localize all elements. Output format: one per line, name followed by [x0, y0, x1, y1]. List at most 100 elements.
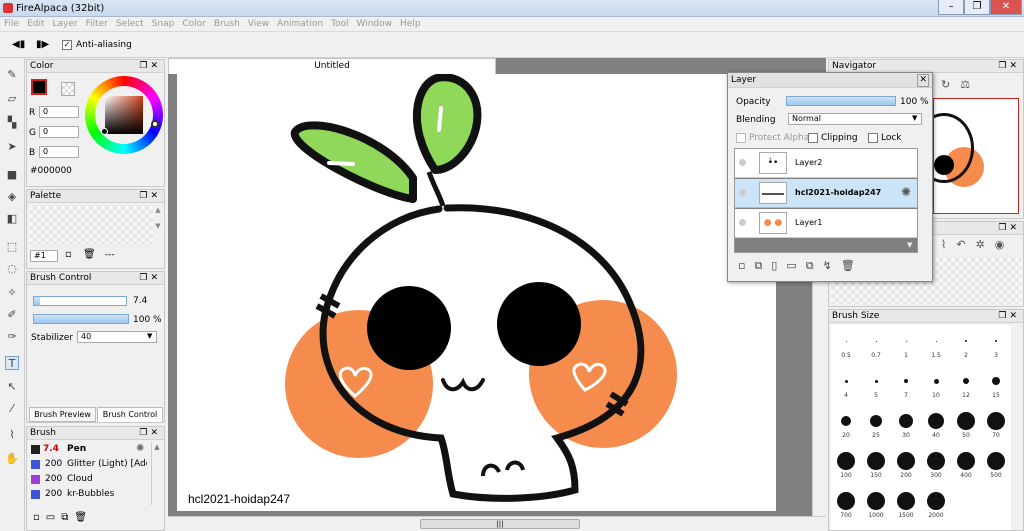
- brush-size-option[interactable]: 1000: [861, 489, 891, 519]
- hand-tool-icon[interactable]: ✋: [5, 452, 19, 466]
- b-input[interactable]: 0: [39, 146, 79, 158]
- brush-size-option[interactable]: 1500: [891, 489, 921, 519]
- rotate-icons[interactable]: ↻⚖: [941, 78, 980, 91]
- gear-icon[interactable]: ✺: [136, 443, 144, 454]
- menu-edit[interactable]: Edit: [23, 17, 48, 32]
- brush-actions-icon[interactable]: ▫▭⧉🗑: [33, 512, 93, 523]
- brush-size-option[interactable]: 150: [861, 449, 891, 479]
- brush-size-option[interactable]: 25: [861, 409, 891, 439]
- brush-size-option[interactable]: 10: [921, 369, 951, 399]
- menu-animation[interactable]: Animation: [273, 17, 327, 32]
- menu-help[interactable]: Help: [396, 17, 425, 32]
- prev-icon[interactable]: ◀▮: [12, 39, 25, 50]
- dot-tool-icon[interactable]: ▚: [5, 116, 19, 130]
- menu-brush[interactable]: Brush: [210, 17, 244, 32]
- document-tab[interactable]: Untitled: [168, 58, 496, 74]
- chevron-down-icon[interactable]: ▼: [147, 332, 152, 340]
- brush-size-option[interactable]: 4: [831, 369, 861, 399]
- menu-file[interactable]: File: [0, 17, 23, 32]
- brush-size-option[interactable]: 2: [951, 329, 981, 359]
- gradient-tool-icon[interactable]: ◧: [5, 212, 19, 226]
- sv-handle[interactable]: [101, 128, 108, 135]
- drawing-canvas[interactable]: hcl2021-hoidap247: [177, 73, 776, 511]
- eyedropper-tool-icon[interactable]: ⌇: [5, 428, 19, 442]
- brush-size-option[interactable]: 30: [891, 409, 921, 439]
- chevron-down-icon[interactable]: ▼: [912, 114, 917, 122]
- lock-checkbox[interactable]: [868, 133, 878, 143]
- delete-palette-icon[interactable]: 🗑: [83, 249, 96, 260]
- menu-filter[interactable]: Filter: [82, 17, 112, 32]
- close-button[interactable]: ✕: [990, 0, 1022, 15]
- brush-item[interactable]: 200 Glitter (Light) [Add]: [29, 458, 147, 472]
- g-input[interactable]: 0: [39, 126, 79, 138]
- menu-tool[interactable]: Tool: [327, 17, 352, 32]
- tool-icons[interactable]: ⌇↶✲◉: [941, 238, 1014, 251]
- saturation-value-box[interactable]: [105, 96, 143, 134]
- brush-size-option[interactable]: 3: [981, 329, 1011, 359]
- palette-select[interactable]: #1: [30, 250, 58, 262]
- brush-size-option[interactable]: 200: [891, 449, 921, 479]
- brush-size-option[interactable]: 400: [951, 449, 981, 479]
- brush-opacity-slider[interactable]: [33, 314, 129, 324]
- tab-brush-control[interactable]: Brush Control: [97, 407, 163, 422]
- fill-rect-tool-icon[interactable]: ■: [5, 168, 19, 182]
- brush-size-option[interactable]: 12: [951, 369, 981, 399]
- brush-size-option[interactable]: 40: [921, 409, 951, 439]
- eye-icon[interactable]: [739, 189, 746, 196]
- menu-color[interactable]: Color: [178, 17, 210, 32]
- select-pen-tool-icon[interactable]: ✐: [5, 308, 19, 322]
- hue-wheel[interactable]: [85, 76, 163, 154]
- brush-size-option[interactable]: 1.5: [921, 329, 951, 359]
- stabilizer-select[interactable]: 40: [77, 331, 157, 343]
- brush-item[interactable]: 200 kr-Bubbles: [29, 488, 147, 502]
- brush-size-option[interactable]: 7: [891, 369, 921, 399]
- layer-row[interactable]: ● ● Layer1: [735, 209, 917, 238]
- brush-size-option[interactable]: 1: [891, 329, 921, 359]
- magic-wand-tool-icon[interactable]: ✧: [5, 286, 19, 300]
- select-eraser-tool-icon[interactable]: ✑: [5, 330, 19, 344]
- palette-grid[interactable]: [29, 206, 153, 244]
- brush-size-option[interactable]: 15: [981, 369, 1011, 399]
- brush-item[interactable]: 200 Cloud: [29, 473, 147, 487]
- canvas-horizontal-scrollbar[interactable]: |||: [168, 516, 826, 531]
- pen-tool-icon[interactable]: ✎: [5, 68, 19, 82]
- scrollbar-thumb[interactable]: |||: [420, 519, 580, 529]
- blending-select[interactable]: Normal: [788, 113, 922, 125]
- panel-controls-icon[interactable]: ❐✕: [139, 60, 161, 73]
- layer-scroll-down[interactable]: ▼: [907, 241, 912, 249]
- divide-tool-icon[interactable]: ⁄: [5, 402, 19, 416]
- next-icon[interactable]: ▮▶: [36, 39, 49, 50]
- operation-tool-icon[interactable]: ↖: [5, 380, 19, 394]
- menu-window[interactable]: Window: [353, 17, 397, 32]
- move-tool-icon[interactable]: ➤: [5, 140, 19, 154]
- close-icon[interactable]: ✕: [917, 74, 929, 87]
- brush-size-option[interactable]: 500: [981, 449, 1011, 479]
- brush-size-slider[interactable]: [33, 296, 127, 306]
- brush-size-option[interactable]: 20: [831, 409, 861, 439]
- menu-layer[interactable]: Layer: [49, 17, 82, 32]
- layer-opacity-slider[interactable]: [786, 96, 896, 106]
- panel-controls-icon[interactable]: ❐✕: [139, 272, 161, 285]
- minimize-button[interactable]: –: [938, 0, 964, 15]
- layer-row-selected[interactable]: hcl2021-hoidap247 ✺: [735, 179, 917, 208]
- gear-icon[interactable]: ✺: [901, 185, 911, 199]
- brush-size-option[interactable]: 700: [831, 489, 861, 519]
- clipping-checkbox[interactable]: [808, 133, 818, 143]
- panel-controls-icon[interactable]: ❐✕: [139, 427, 161, 440]
- layer-row[interactable]: •̀• Layer2: [735, 149, 917, 178]
- menu-view[interactable]: View: [244, 17, 273, 32]
- tab-brush-preview[interactable]: Brush Preview: [29, 407, 96, 422]
- navigator-preview[interactable]: [933, 98, 1019, 214]
- eraser-tool-icon[interactable]: ▱: [5, 92, 19, 106]
- panel-controls-icon[interactable]: ❐✕: [998, 60, 1020, 73]
- brush-size-option[interactable]: 100: [831, 449, 861, 479]
- foreground-color-swatch[interactable]: [31, 79, 47, 95]
- background-color-swatch[interactable]: [61, 82, 75, 96]
- bucket-tool-icon[interactable]: ◈: [5, 190, 19, 204]
- layer-actions-icons[interactable]: ▫⧉▯▭⧉↯🗑: [738, 259, 864, 273]
- r-input[interactable]: 0: [39, 106, 79, 118]
- brush-size-option[interactable]: 5: [861, 369, 891, 399]
- panel-controls-icon[interactable]: ❐✕: [998, 222, 1020, 235]
- brush-scrollbar[interactable]: ▲: [151, 443, 162, 505]
- new-palette-icon[interactable]: ▫: [65, 249, 72, 260]
